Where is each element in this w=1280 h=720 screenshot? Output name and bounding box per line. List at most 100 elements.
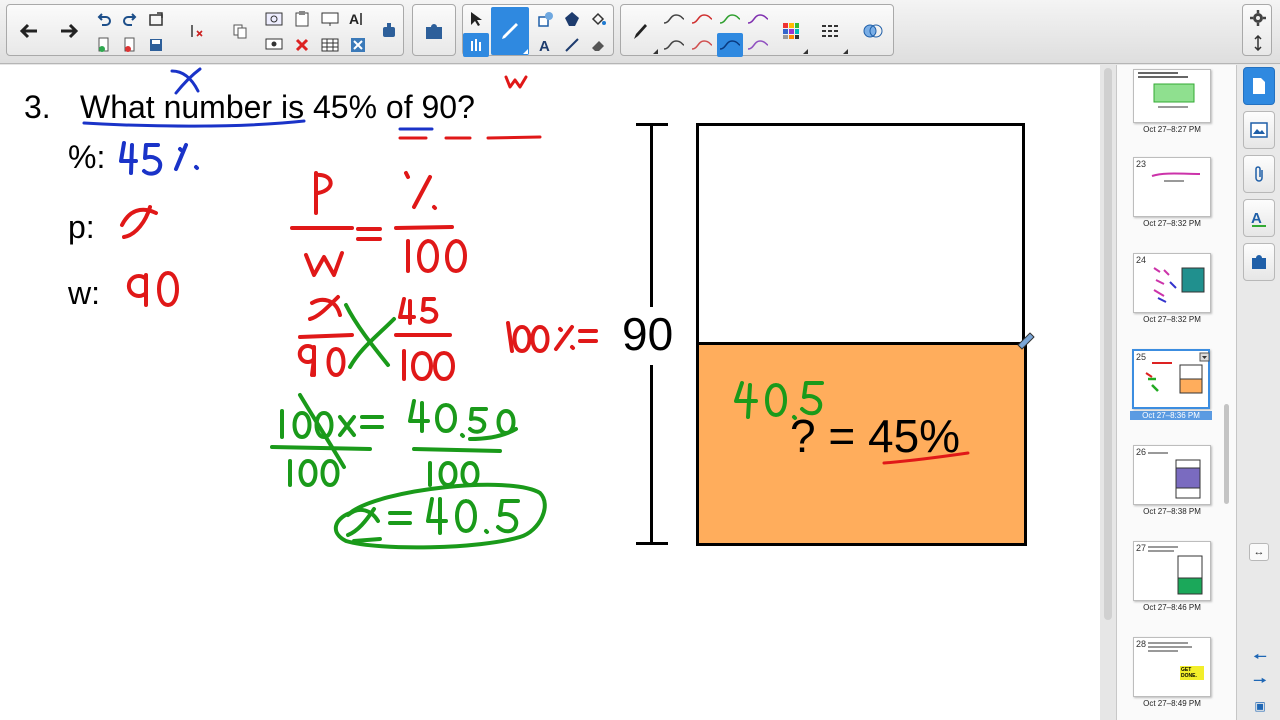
next-page-arrow-icon[interactable]: 🠖 bbox=[1250, 672, 1270, 692]
attachments-icon[interactable] bbox=[1243, 155, 1275, 193]
add-page-small-icon[interactable]: ▣ bbox=[1250, 696, 1270, 716]
red-proportion-ink bbox=[290, 171, 467, 277]
pen-set-icon[interactable] bbox=[463, 33, 489, 57]
page-date: Oct 27–8:32 PM bbox=[1143, 315, 1201, 324]
toolbar-group-tools: A bbox=[462, 4, 614, 57]
page-number: 24 bbox=[1136, 255, 1147, 265]
page-thumbnail[interactable]: Oct 27–8:27 PM bbox=[1131, 69, 1231, 134]
canvas-scrollbar[interactable] bbox=[1104, 68, 1112, 620]
pen-icon[interactable] bbox=[491, 7, 529, 55]
line-icon[interactable] bbox=[559, 33, 585, 57]
sorter-scrollbar[interactable] bbox=[1224, 404, 1229, 504]
screen-shade-icon[interactable] bbox=[317, 7, 343, 31]
svg-text:A: A bbox=[539, 38, 550, 53]
page-thumbnail[interactable]: 28 GET DONE. Oct 27–8:49 PM bbox=[1131, 637, 1231, 708]
page-thumbnail[interactable]: 24 Oct 27–8:32 PM bbox=[1131, 253, 1231, 324]
pen-style-violet-icon[interactable] bbox=[745, 33, 771, 57]
paste-icon[interactable] bbox=[227, 19, 253, 43]
page-number: 23 bbox=[1136, 159, 1147, 169]
page-number: 28 bbox=[1136, 639, 1147, 649]
eraser-icon[interactable] bbox=[585, 33, 611, 57]
page-number: 27 bbox=[1136, 543, 1147, 553]
page-thumbnail[interactable]: 27 Oct 27–8:46 PM bbox=[1131, 541, 1231, 612]
line-style-icon[interactable] bbox=[813, 7, 849, 55]
green-solve-ink bbox=[270, 393, 518, 487]
document-camera-icon[interactable] bbox=[261, 33, 287, 57]
page-date: Oct 27–8:32 PM bbox=[1143, 219, 1201, 228]
whiteboard-canvas[interactable]: 3. What number is 45% of 90? %: p: w: 90… bbox=[0, 65, 1100, 720]
open-file-icon[interactable] bbox=[143, 7, 169, 31]
green-answer-ink bbox=[334, 482, 547, 550]
undo-icon[interactable] bbox=[91, 7, 117, 31]
svg-text:DONE.: DONE. bbox=[1181, 673, 1197, 679]
blue-x-ink bbox=[170, 67, 202, 95]
shapes-icon[interactable] bbox=[533, 7, 559, 31]
screen-capture-icon[interactable] bbox=[261, 7, 287, 31]
previous-page-arrow-icon[interactable]: 🠔 bbox=[1250, 648, 1270, 668]
back-arrow-icon[interactable] bbox=[11, 7, 47, 55]
blue-underline-ink bbox=[82, 119, 306, 128]
pen-style-black-icon[interactable] bbox=[661, 7, 687, 31]
add-page-icon[interactable] bbox=[91, 33, 117, 57]
red-90-ink bbox=[126, 271, 179, 307]
page-sorter-icon[interactable] bbox=[1243, 67, 1275, 105]
toolbar-group-navigation: A bbox=[6, 4, 404, 56]
toolbar-move-icon[interactable] bbox=[1245, 31, 1271, 55]
main-toolbar: A A bbox=[0, 0, 1280, 64]
red-cross-multiply-ink bbox=[297, 295, 598, 381]
save-icon[interactable] bbox=[143, 33, 169, 57]
page-thumbnail[interactable]: 26 Oct 27–8:38 PM bbox=[1131, 445, 1231, 516]
table-icon[interactable] bbox=[317, 33, 343, 57]
page-sorter: Oct 27–8:27 PM 23 Oct 27–8:32 PM 24 Oct … bbox=[1116, 65, 1236, 720]
toolbar-group-pen-styles bbox=[620, 4, 894, 57]
pen-tool-icon[interactable] bbox=[623, 7, 659, 55]
pen-style-thick-black-icon[interactable] bbox=[661, 33, 687, 57]
red-w-ink bbox=[504, 75, 528, 89]
toolbar-settings bbox=[1242, 4, 1272, 56]
paint-bucket-icon[interactable] bbox=[585, 7, 611, 31]
page-date: Oct 27–8:27 PM bbox=[1143, 125, 1201, 134]
spell-text-icon[interactable]: A bbox=[345, 7, 371, 31]
svg-text:A: A bbox=[349, 11, 359, 27]
transparency-icon[interactable] bbox=[855, 7, 891, 55]
addon-icon[interactable] bbox=[371, 7, 407, 55]
pen-style-green-icon[interactable] bbox=[717, 7, 743, 31]
pen-style-red-icon[interactable] bbox=[689, 7, 715, 31]
svg-text:A: A bbox=[1251, 210, 1262, 227]
page-thumbnail[interactable]: 23 Oct 27–8:32 PM bbox=[1131, 157, 1231, 228]
page-date: Oct 27–8:49 PM bbox=[1143, 699, 1201, 708]
redo-icon[interactable] bbox=[117, 7, 143, 31]
page-date: Oct 27–8:46 PM bbox=[1143, 603, 1201, 612]
delete-page-icon[interactable] bbox=[117, 33, 143, 57]
gallery-tab-icon[interactable] bbox=[1243, 111, 1275, 149]
close-x-icon[interactable] bbox=[289, 33, 315, 57]
page-date: Oct 27–8:38 PM bbox=[1143, 507, 1201, 516]
clipboard-icon[interactable] bbox=[289, 7, 315, 31]
pen-style-purple-icon[interactable] bbox=[745, 7, 771, 31]
clear-ink-icon[interactable] bbox=[183, 19, 209, 43]
response-icon[interactable] bbox=[345, 33, 371, 57]
gear-icon[interactable] bbox=[1245, 6, 1271, 30]
pen-style-blue-icon[interactable] bbox=[717, 33, 743, 57]
red-underline-45-ink bbox=[882, 451, 970, 465]
forward-arrow-icon[interactable] bbox=[51, 7, 87, 55]
puzzle-icon[interactable] bbox=[416, 7, 452, 55]
expand-sorter-icon[interactable]: ↔ bbox=[1249, 543, 1269, 561]
color-palette-icon[interactable] bbox=[773, 7, 809, 55]
select-icon[interactable] bbox=[463, 7, 489, 31]
side-tabs: A ↔ bbox=[1236, 65, 1280, 720]
green-40-5-ink bbox=[734, 381, 824, 420]
red-dashes-ink bbox=[398, 135, 542, 140]
page-number: 25 bbox=[1136, 352, 1147, 362]
red-x-ink bbox=[120, 205, 158, 239]
toolbar-group-addons bbox=[412, 4, 456, 56]
ink-layer bbox=[82, 67, 1035, 550]
blue-45-percent-ink bbox=[119, 141, 199, 176]
properties-icon[interactable]: A bbox=[1243, 199, 1275, 237]
addons-icon[interactable] bbox=[1243, 243, 1275, 281]
pen-cursor-icon bbox=[1017, 332, 1035, 350]
fill-icon[interactable] bbox=[559, 7, 585, 31]
page-thumbnail-selected[interactable]: 25 Oct 27–8:36 PM bbox=[1130, 349, 1230, 420]
text-icon[interactable]: A bbox=[533, 33, 559, 57]
pen-style-thick-red-icon[interactable] bbox=[689, 33, 715, 57]
